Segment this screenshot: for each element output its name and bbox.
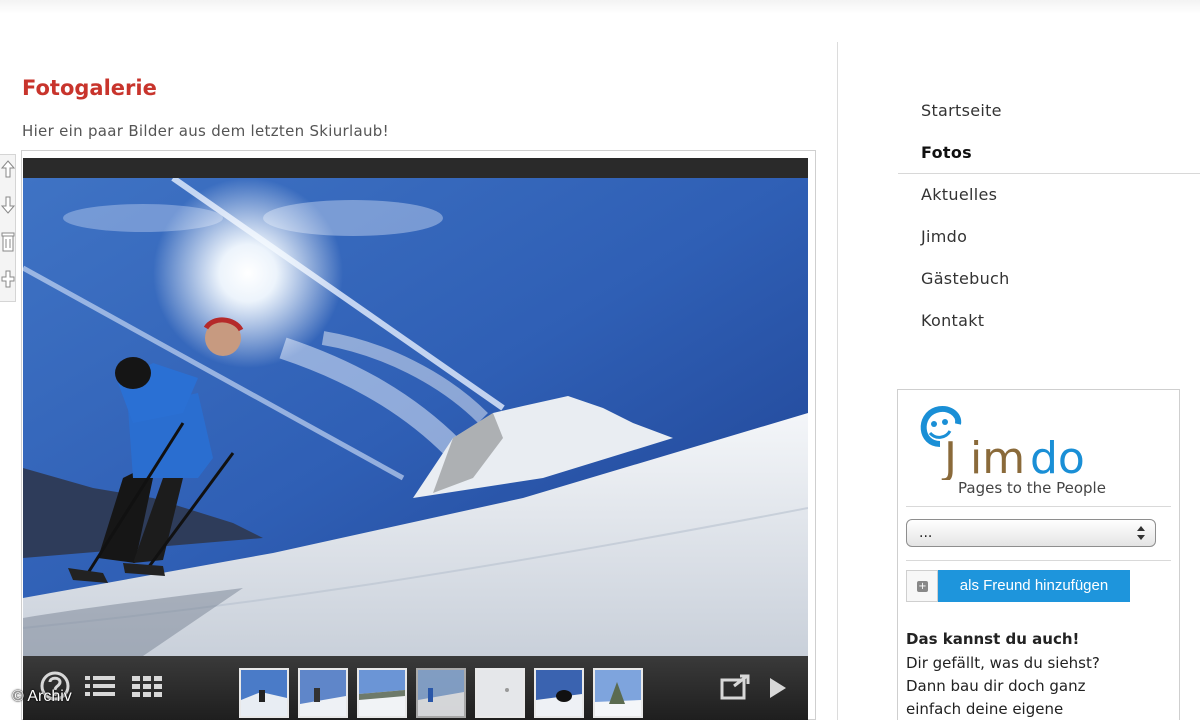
- nav-item-gaestebuch[interactable]: Gästebuch: [898, 258, 1200, 300]
- main-navigation: Startseite Fotos Aktuelles Jimdo Gästebu…: [898, 90, 1200, 342]
- gallery-thumbnail-6[interactable]: [534, 668, 584, 718]
- gallery-thumbnail-1[interactable]: [239, 668, 289, 718]
- edit-toolbar: [0, 154, 16, 302]
- column-divider: [837, 42, 838, 720]
- plus-icon: +: [917, 581, 928, 592]
- promo-text: Dir gefällt, was du siehst? Dann bau dir…: [906, 652, 1171, 720]
- promo-line-3: einfach deine eigene: [906, 700, 1064, 718]
- top-bar: [0, 0, 1200, 14]
- add-icon[interactable]: [1, 269, 15, 289]
- delete-icon[interactable]: [1, 231, 15, 253]
- nav-item-fotos[interactable]: Fotos: [898, 132, 1200, 174]
- add-friend-icon-box[interactable]: +: [906, 570, 938, 602]
- jimdo-widget: J im do Pages to the People ... + als Fr…: [897, 389, 1180, 720]
- move-down-icon[interactable]: [1, 195, 15, 215]
- skier-photo-icon: [23, 178, 808, 656]
- nav-item-jimdo[interactable]: Jimdo: [898, 216, 1200, 258]
- gallery-thumbnail-5[interactable]: [475, 668, 525, 718]
- widget-divider: [906, 506, 1171, 507]
- gallery-header-bar: [23, 158, 808, 178]
- widget-select[interactable]: ...: [906, 519, 1156, 547]
- photo-gallery: [21, 150, 816, 720]
- nav-item-aktuelles[interactable]: Aktuelles: [898, 174, 1200, 216]
- jimdo-logo[interactable]: J im do: [912, 400, 1122, 480]
- widget-divider-2: [906, 560, 1171, 561]
- jimdo-slogan: Pages to the People: [958, 479, 1106, 497]
- select-arrows-icon: [1137, 526, 1145, 540]
- promo-line-1: Dir gefällt, was du siehst?: [906, 654, 1100, 672]
- gallery-thumbnail-2[interactable]: [298, 668, 348, 718]
- logo-text-left: J: [941, 433, 957, 480]
- nav-item-kontakt[interactable]: Kontakt: [898, 300, 1200, 342]
- widget-select-value: ...: [919, 525, 933, 541]
- promo-line-2: Dann bau dir doch ganz: [906, 677, 1086, 695]
- nav-item-startseite[interactable]: Startseite: [898, 90, 1200, 132]
- gallery-controls: [23, 656, 808, 720]
- gallery-thumbnail-3[interactable]: [357, 668, 407, 718]
- fullscreen-icon[interactable]: [720, 674, 750, 700]
- play-icon[interactable]: [767, 676, 789, 700]
- page-title: Fotogalerie: [22, 76, 157, 100]
- gallery-thumbnail-4[interactable]: [416, 668, 466, 718]
- grid-view-icon[interactable]: [130, 674, 164, 698]
- add-friend-button[interactable]: als Freund hinzufügen: [938, 570, 1130, 602]
- copyright-label: © Archiv: [12, 688, 72, 705]
- promo-heading: Das kannst du auch!: [906, 630, 1080, 648]
- move-up-icon[interactable]: [1, 159, 15, 179]
- page: Fotogalerie Hier ein paar Bilder aus dem…: [0, 0, 1200, 720]
- page-subtitle: Hier ein paar Bilder aus dem letzten Ski…: [22, 122, 389, 140]
- list-view-icon[interactable]: [83, 674, 117, 698]
- gallery-main-photo[interactable]: [23, 178, 808, 656]
- gallery-thumbnail-7[interactable]: [593, 668, 643, 718]
- svg-text:do: do: [1030, 433, 1085, 480]
- svg-text:im: im: [970, 433, 1025, 480]
- add-friend-row: + als Freund hinzufügen: [906, 570, 1130, 602]
